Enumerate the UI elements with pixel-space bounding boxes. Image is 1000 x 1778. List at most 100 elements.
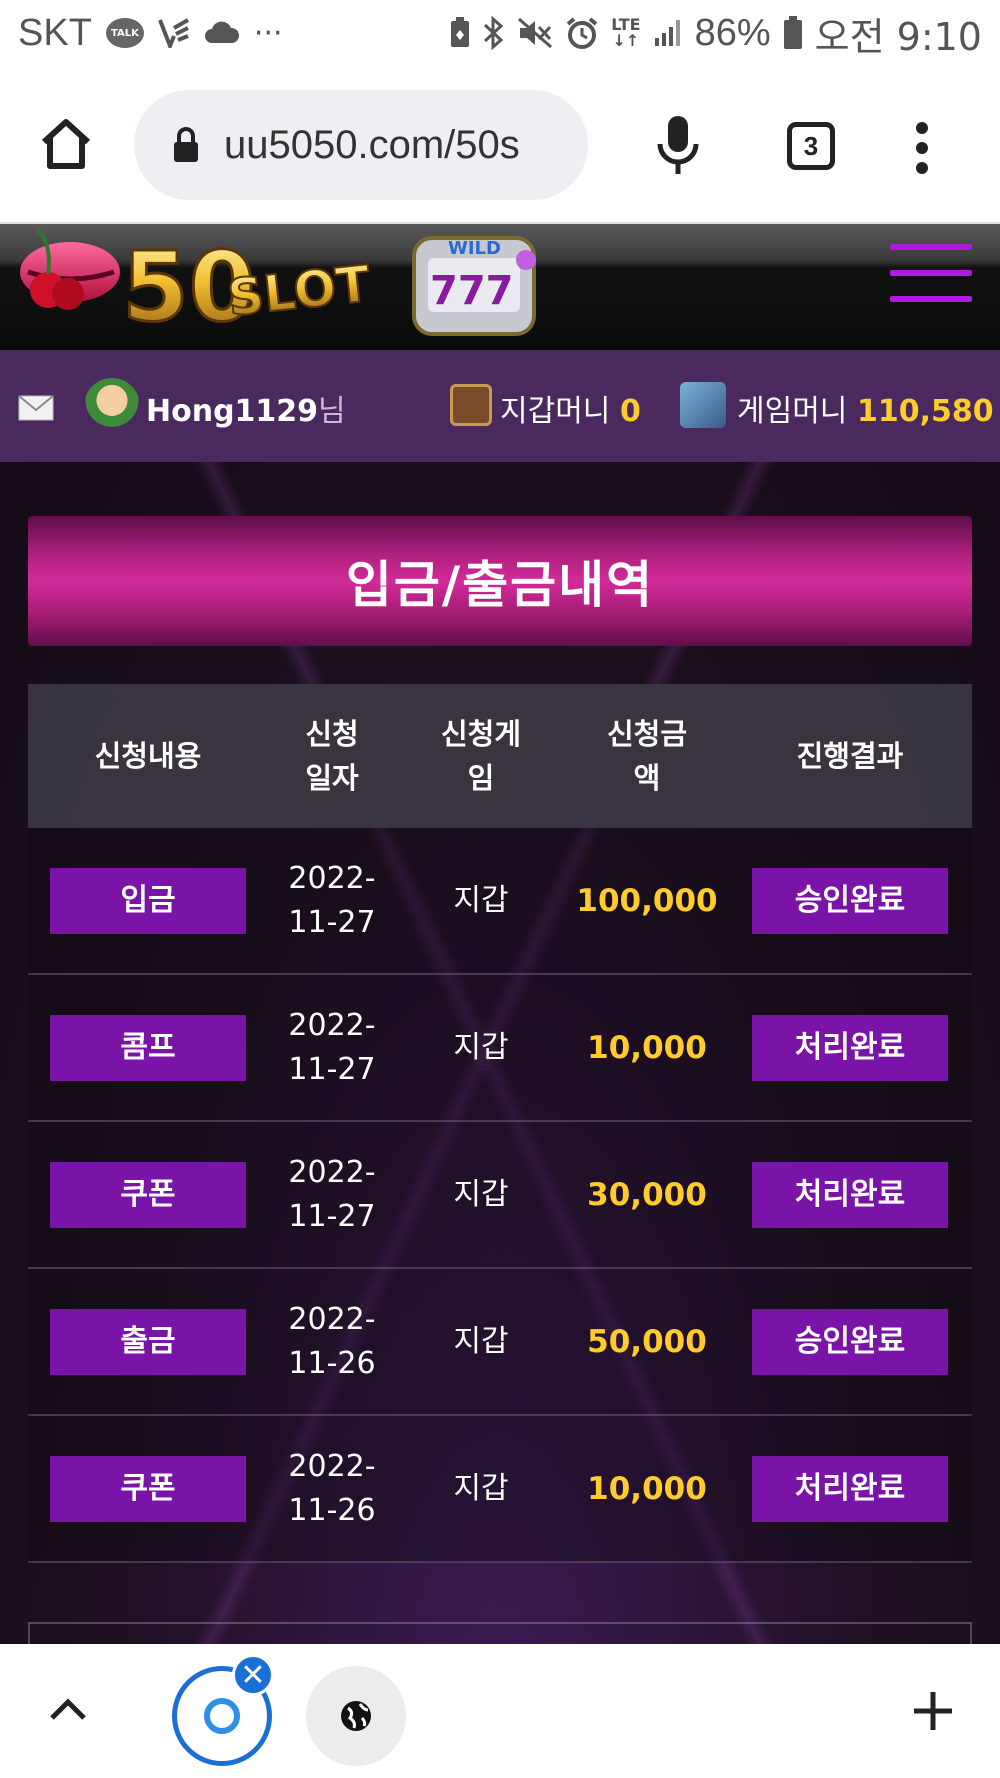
alarm-icon (565, 16, 599, 50)
browser-toolbar: uu5050.com/50s 3 (0, 66, 1000, 222)
expand-button[interactable] (48, 1694, 88, 1724)
amount-cell: 10,000 (587, 1029, 707, 1066)
date-cell: 2022- 11-26 (288, 1448, 376, 1528)
header-request-amount: 신청금 액 (606, 717, 688, 795)
cloud-icon (204, 21, 240, 45)
clock: 오전 9:10 (814, 14, 982, 59)
type-badge: 출금 (50, 1308, 246, 1375)
safe-icon (450, 384, 492, 426)
lock-icon (174, 127, 198, 162)
status-cell: 승인완료 (728, 1308, 972, 1375)
site-header: 50 SLOT 777 WILD (0, 222, 1000, 350)
date-cell: 2022- 11-27 (288, 1007, 376, 1087)
ie-tab-icon (204, 1698, 240, 1734)
user-info-bar: Hong1129님 지갑머니 0 게임머니 110,580 (0, 350, 1000, 462)
lte-arrows: ↓↑ (612, 31, 640, 50)
amount-cell: 10,000 (587, 1470, 707, 1507)
status-badge: 처리완료 (752, 1014, 948, 1081)
hamburger-icon-line (890, 270, 972, 276)
status-right: LTE ↓↑ 86% 오전 9:10 (449, 6, 982, 61)
close-tab-button[interactable]: ✕ (232, 1654, 274, 1696)
status-cell: 처리완료 (728, 1161, 972, 1228)
transaction-table: 신청내용 신청 일자 신청게 임 신청금 액 진행결과 입금 2022- 11-… (28, 684, 972, 1563)
v-app-icon (158, 18, 190, 48)
type-badge: 쿠폰 (50, 1455, 246, 1522)
mail-icon[interactable] (18, 394, 54, 421)
game-cell: 지갑 (453, 1029, 509, 1065)
type-cell: 쿠폰 (28, 1161, 268, 1228)
game-money-label: 게임머니 (737, 394, 848, 429)
svg-text:WILD: WILD (448, 238, 501, 259)
header-request-type: 신청내용 (94, 739, 202, 773)
pagination-box (28, 1622, 972, 1644)
treasure-chest-icon (680, 382, 726, 428)
hamburger-icon (890, 244, 972, 250)
home-button[interactable] (38, 116, 94, 172)
amount-cell: 50,000 (587, 1323, 707, 1360)
status-badge: 승인완료 (752, 867, 948, 934)
tab-count: 3 (803, 130, 819, 161)
header-request-date: 신청 일자 (305, 717, 359, 795)
browser-menu-button[interactable] (912, 120, 932, 176)
home-icon (41, 119, 91, 169)
page-title: 입금/출금내역 (345, 556, 655, 614)
wallet-money: 지갑머니 0 (500, 386, 641, 430)
chevron-up-icon (50, 1698, 86, 1720)
svg-text:777: 777 (430, 268, 514, 314)
battery-saver-icon (449, 17, 471, 49)
carrier-label: SKT (18, 11, 92, 54)
date-cell: 2022- 11-27 (288, 1154, 376, 1234)
status-cell: 처리완료 (728, 1455, 972, 1522)
globe-icon (341, 1701, 371, 1731)
status-cell: 승인완료 (728, 867, 972, 934)
new-tab-button[interactable] (912, 1690, 954, 1732)
type-cell: 입금 (28, 867, 268, 934)
battery-icon (783, 16, 803, 50)
signal-icon (653, 18, 683, 48)
main-content: 입금/출금내역 신청내용 신청 일자 신청게 임 신청금 액 진행결과 입금 2… (0, 462, 1000, 1644)
date-cell: 2022- 11-27 (288, 860, 376, 940)
avatar (84, 378, 140, 434)
game-cell: 지갑 (453, 1176, 509, 1212)
status-cell: 처리완료 (728, 1014, 972, 1081)
wallet-money-value: 0 (619, 394, 641, 429)
page-title-banner: 입금/출금내역 (28, 516, 972, 646)
amount-cell: 100,000 (576, 882, 718, 919)
site-logo[interactable]: 50 SLOT 777 WILD (18, 224, 538, 352)
type-badge: 입금 (50, 867, 246, 934)
voice-search-button[interactable] (656, 114, 700, 178)
url-text: uu5050.com/50s (224, 122, 520, 167)
lte-icon: LTE ↓↑ (611, 17, 640, 49)
status-bar: SKT TALK ··· LTE ↓↑ 86% 오전 9:10 (0, 0, 1000, 66)
username-text: Hong1129 (146, 394, 319, 429)
address-bar[interactable]: uu5050.com/50s (134, 90, 588, 200)
tab-switcher-button[interactable]: 3 (787, 122, 835, 170)
battery-percent: 86% (694, 11, 771, 54)
mic-icon (657, 116, 699, 174)
more-notifications: ··· (253, 15, 283, 51)
table-row: 쿠폰 2022- 11-27 지갑 30,000 처리완료 (28, 1122, 972, 1269)
date-cell: 2022- 11-26 (288, 1301, 376, 1381)
hamburger-icon-line (890, 296, 972, 302)
game-money: 게임머니 110,580 (737, 386, 994, 430)
game-cell: 지갑 (453, 1470, 509, 1506)
kakaotalk-icon: TALK (105, 18, 144, 48)
tab-thumbnail[interactable] (306, 1666, 406, 1766)
status-left: SKT TALK ··· (18, 12, 283, 55)
game-cell: 지갑 (453, 1323, 509, 1359)
header-status: 진행결과 (796, 739, 904, 773)
game-money-value: 110,580 (856, 394, 994, 429)
header-request-game: 신청게 임 (440, 717, 522, 795)
amount-cell: 30,000 (587, 1176, 707, 1213)
status-badge: 처리완료 (752, 1455, 948, 1522)
type-cell: 출금 (28, 1308, 268, 1375)
table-row: 입금 2022- 11-27 지갑 100,000 승인완료 (28, 828, 972, 975)
game-cell: 지갑 (453, 882, 509, 918)
type-badge: 쿠폰 (50, 1161, 246, 1228)
username-suffix: 님 (318, 394, 346, 429)
username: Hong1129님 (146, 386, 346, 430)
status-badge: 처리완료 (752, 1161, 948, 1228)
table-row: 콤프 2022- 11-27 지갑 10,000 처리완료 (28, 975, 972, 1122)
menu-button[interactable] (890, 244, 972, 318)
type-badge: 콤프 (50, 1014, 246, 1081)
